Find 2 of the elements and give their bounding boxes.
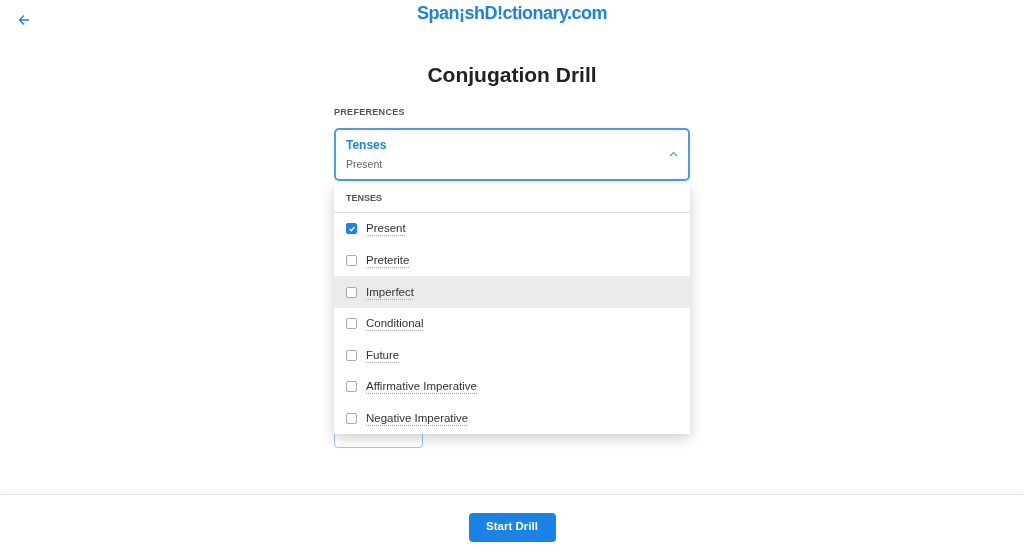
section-label: PREFERENCES: [334, 106, 406, 120]
page-title: Conjugation Drill: [426, 62, 598, 88]
